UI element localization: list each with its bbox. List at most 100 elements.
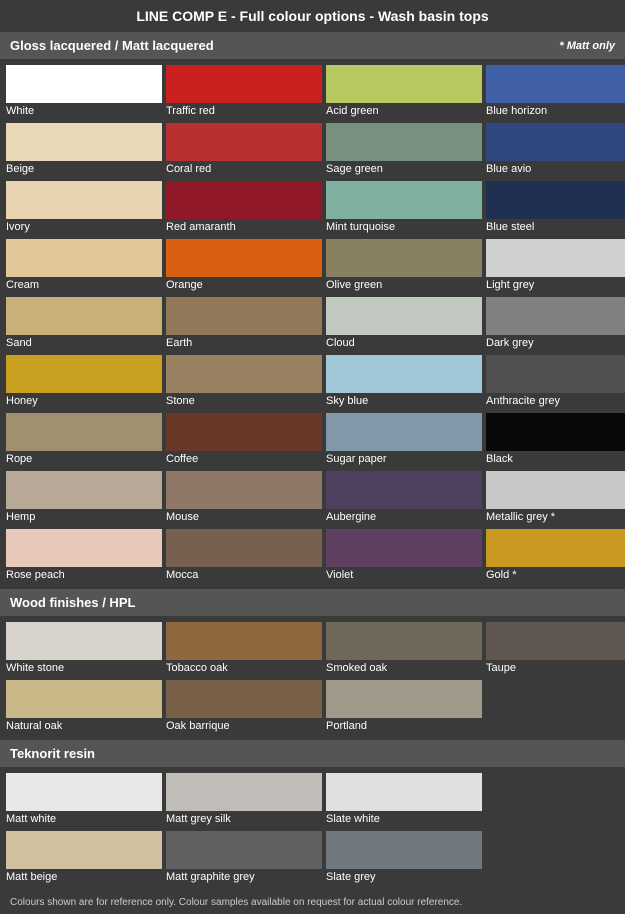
color-label: Violet bbox=[326, 567, 482, 583]
color-cell: Rope bbox=[6, 413, 162, 467]
color-cell: Blue avio bbox=[486, 123, 625, 177]
color-swatch bbox=[326, 529, 482, 567]
color-swatch bbox=[166, 529, 322, 567]
color-cell: Earth bbox=[166, 297, 322, 351]
color-label: Mouse bbox=[166, 509, 322, 525]
teknorit-header: Teknorit resin bbox=[0, 740, 625, 767]
color-swatch bbox=[166, 413, 322, 451]
color-swatch bbox=[6, 297, 162, 335]
color-label: Tobacco oak bbox=[166, 660, 322, 676]
color-swatch bbox=[166, 471, 322, 509]
color-swatch bbox=[6, 680, 162, 718]
color-label: Matt graphite grey bbox=[166, 869, 322, 885]
color-label: Oak barrique bbox=[166, 718, 322, 734]
color-swatch bbox=[6, 181, 162, 219]
color-cell: Anthracite grey bbox=[486, 355, 625, 409]
color-swatch bbox=[326, 831, 482, 869]
color-swatch bbox=[326, 622, 482, 660]
color-swatch bbox=[326, 355, 482, 393]
color-label: Rose peach bbox=[6, 567, 162, 583]
color-cell: Beige bbox=[6, 123, 162, 177]
color-swatch bbox=[6, 471, 162, 509]
color-swatch bbox=[166, 355, 322, 393]
color-cell: Oak barrique bbox=[166, 680, 322, 734]
color-cell: Hemp bbox=[6, 471, 162, 525]
color-cell: Sage green bbox=[326, 123, 482, 177]
color-cell: Sand bbox=[6, 297, 162, 351]
color-label: Matt beige bbox=[6, 869, 162, 885]
color-cell: Mint turquoise bbox=[326, 181, 482, 235]
color-label: Anthracite grey bbox=[486, 393, 625, 409]
color-cell: Black bbox=[486, 413, 625, 467]
color-swatch bbox=[6, 65, 162, 103]
wood-color-grid: White stoneTobacco oakSmoked oakTaupe Nat… bbox=[0, 616, 625, 740]
color-label: Gold * bbox=[486, 567, 625, 583]
color-swatch bbox=[6, 831, 162, 869]
color-cell: Acid green bbox=[326, 65, 482, 119]
color-swatch bbox=[326, 239, 482, 277]
color-label: Red amaranth bbox=[166, 219, 322, 235]
color-label: Ivory bbox=[6, 219, 162, 235]
color-swatch bbox=[326, 680, 482, 718]
color-swatch bbox=[326, 123, 482, 161]
color-swatch bbox=[6, 529, 162, 567]
color-cell: Red amaranth bbox=[166, 181, 322, 235]
color-swatch bbox=[486, 471, 625, 509]
color-label: Honey bbox=[6, 393, 162, 409]
footer-note: Colours shown are for reference only. Co… bbox=[0, 891, 625, 914]
color-cell: Sky blue bbox=[326, 355, 482, 409]
color-swatch bbox=[6, 355, 162, 393]
color-label: Dark grey bbox=[486, 335, 625, 351]
color-swatch bbox=[166, 831, 322, 869]
color-cell bbox=[486, 773, 625, 827]
color-swatch bbox=[166, 773, 322, 811]
color-cell: Mouse bbox=[166, 471, 322, 525]
color-label: Matt white bbox=[6, 811, 162, 827]
color-swatch bbox=[326, 471, 482, 509]
color-label: Blue avio bbox=[486, 161, 625, 177]
color-cell: Stone bbox=[166, 355, 322, 409]
teknorit-section: Teknorit resin Matt whiteMatt grey silkS… bbox=[0, 740, 625, 891]
color-label: Slate white bbox=[326, 811, 482, 827]
color-swatch bbox=[6, 413, 162, 451]
color-swatch bbox=[166, 123, 322, 161]
color-cell: Blue horizon bbox=[486, 65, 625, 119]
color-cell: Rose peach bbox=[6, 529, 162, 583]
color-label: Black bbox=[486, 451, 625, 467]
color-swatch bbox=[486, 65, 625, 103]
color-swatch bbox=[486, 622, 625, 660]
color-label: Mocca bbox=[166, 567, 322, 583]
color-cell: Light grey bbox=[486, 239, 625, 293]
color-label: Sand bbox=[6, 335, 162, 351]
color-label: Beige bbox=[6, 161, 162, 177]
color-cell: Aubergine bbox=[326, 471, 482, 525]
color-cell: Orange bbox=[166, 239, 322, 293]
color-cell: Slate grey bbox=[326, 831, 482, 885]
color-label: Cloud bbox=[326, 335, 482, 351]
color-swatch bbox=[326, 773, 482, 811]
color-label: Natural oak bbox=[6, 718, 162, 734]
color-cell: Smoked oak bbox=[326, 622, 482, 676]
color-label: Hemp bbox=[6, 509, 162, 525]
color-swatch bbox=[6, 123, 162, 161]
color-cell: Slate white bbox=[326, 773, 482, 827]
color-label: Metallic grey * bbox=[486, 509, 625, 525]
page-title: LINE COMP E - Full colour options - Wash… bbox=[0, 0, 625, 32]
color-label: Sugar paper bbox=[326, 451, 482, 467]
color-label: White stone bbox=[6, 660, 162, 676]
color-swatch bbox=[326, 181, 482, 219]
color-swatch bbox=[326, 297, 482, 335]
color-label: Cream bbox=[6, 277, 162, 293]
gloss-header: Gloss lacquered / Matt lacquered * Matt … bbox=[0, 32, 625, 59]
color-cell: Cream bbox=[6, 239, 162, 293]
color-cell bbox=[486, 831, 625, 885]
color-cell: Matt graphite grey bbox=[166, 831, 322, 885]
color-cell: Violet bbox=[326, 529, 482, 583]
color-label: Earth bbox=[166, 335, 322, 351]
color-label: Taupe bbox=[486, 660, 625, 676]
color-label: Olive green bbox=[326, 277, 482, 293]
color-swatch bbox=[486, 123, 625, 161]
color-swatch bbox=[326, 413, 482, 451]
color-swatch bbox=[486, 297, 625, 335]
color-cell: Ivory bbox=[6, 181, 162, 235]
